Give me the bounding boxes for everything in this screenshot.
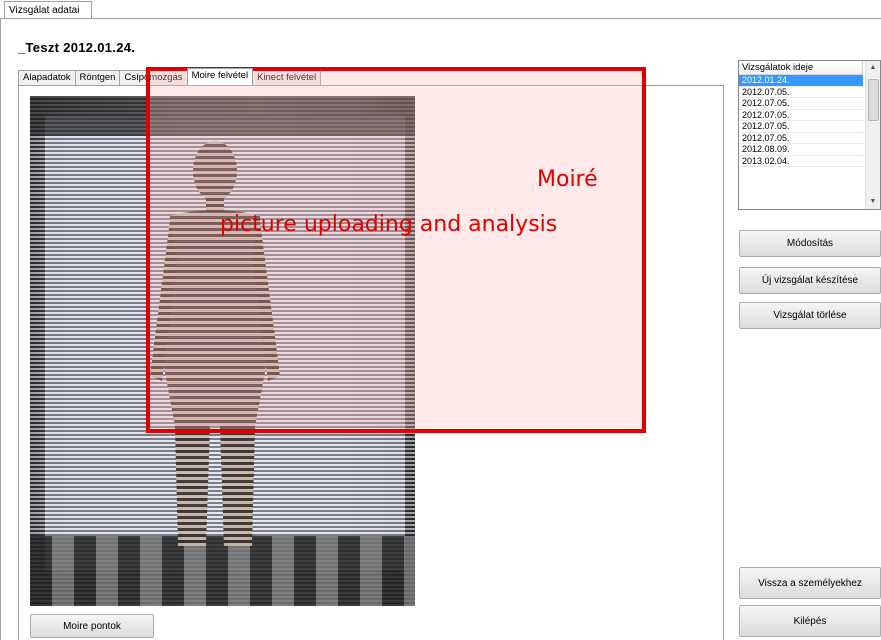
moire-points-button[interactable]: Moire pontok bbox=[30, 614, 154, 638]
tab-alapadatok[interactable]: Alapadatok bbox=[18, 70, 76, 85]
scroll-down-icon[interactable]: ▼ bbox=[866, 195, 880, 209]
new-exam-button[interactable]: Új vizsgálat készítése bbox=[739, 267, 881, 294]
list-item[interactable]: 2012.01.24. bbox=[739, 75, 863, 87]
list-item[interactable]: 2012.07.05. bbox=[739, 98, 863, 110]
list-item[interactable]: 2012.07.05. bbox=[739, 87, 863, 98]
tab-rontgen[interactable]: Röntgen bbox=[74, 70, 121, 85]
list-scrollbar[interactable]: ▲ ▼ bbox=[865, 61, 880, 209]
exam-list-header[interactable]: Vizsgálatok ideje bbox=[739, 61, 863, 75]
list-item[interactable]: 2012.07.05. bbox=[739, 133, 863, 144]
exit-button[interactable]: Kilépés bbox=[739, 605, 881, 637]
modify-button[interactable]: Módosítás bbox=[739, 230, 881, 257]
annotation-title: Moiré bbox=[537, 167, 598, 192]
scroll-up-icon[interactable]: ▲ bbox=[866, 61, 880, 75]
annotation-highlight-box bbox=[146, 67, 646, 433]
tab-moire-felvetel[interactable]: Moire felvétel bbox=[186, 68, 254, 85]
tab-panel-border-left bbox=[0, 18, 1, 640]
delete-exam-button[interactable]: Vizsgálat törlése bbox=[739, 302, 881, 329]
tab-panel-border bbox=[0, 18, 881, 19]
back-to-people-button[interactable]: Vissza a személyekhez bbox=[739, 567, 881, 599]
list-item[interactable]: 2012.07.05. bbox=[739, 110, 863, 121]
list-item[interactable]: 2012.08.09. bbox=[739, 144, 863, 156]
tab-vizsgalat-adatai[interactable]: Vizsgálat adatai bbox=[4, 1, 92, 18]
annotation-subtitle: picture uploading and analysis bbox=[220, 212, 558, 237]
page-title: _Teszt 2012.01.24. bbox=[18, 40, 136, 55]
scroll-thumb[interactable] bbox=[868, 79, 879, 121]
exam-date-list[interactable]: Vizsgálatok ideje 2012.01.24. 2012.07.05… bbox=[738, 60, 881, 210]
list-item[interactable]: 2012.07.05. bbox=[739, 121, 863, 133]
list-item[interactable]: 2013.02.04. bbox=[739, 156, 863, 167]
